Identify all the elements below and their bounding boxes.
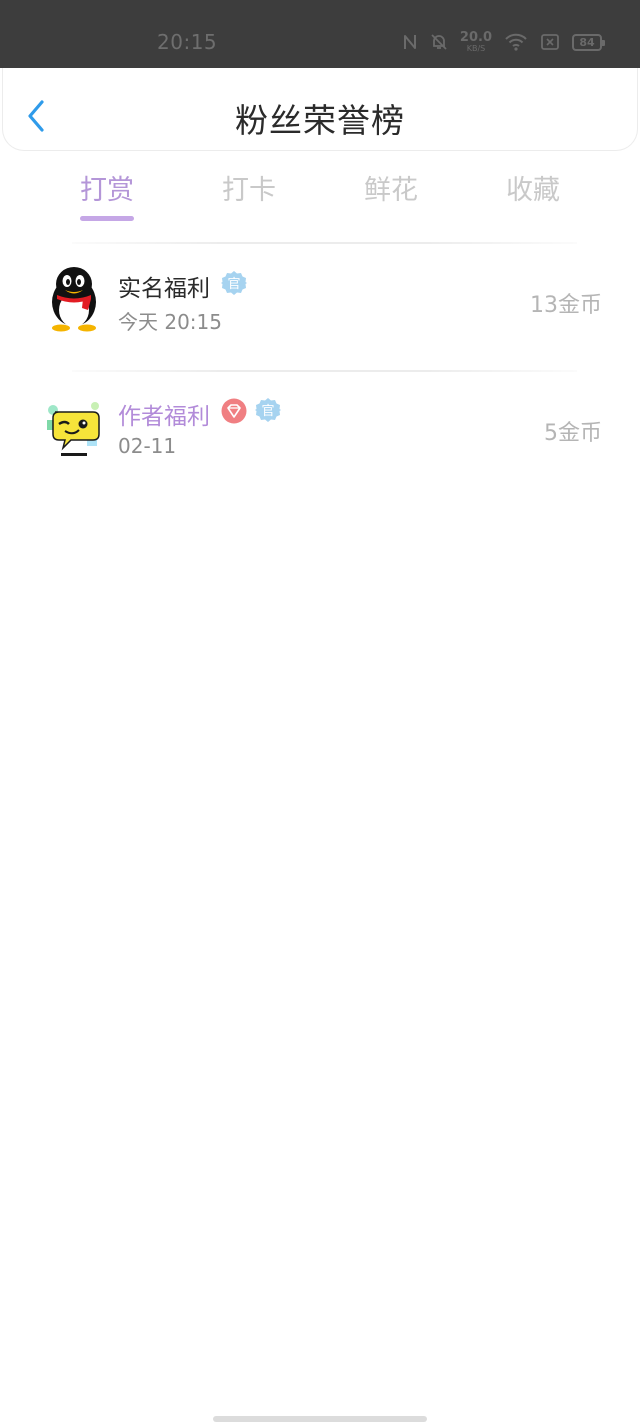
- net-speed-value: 20.0: [459, 30, 492, 45]
- tab-tipping[interactable]: 打赏: [47, 168, 167, 228]
- tab-favorites[interactable]: 收藏: [473, 168, 593, 228]
- tab-checkin[interactable]: 打卡: [189, 168, 309, 228]
- battery-level: 84: [579, 35, 595, 49]
- chat-bubble-avatar[interactable]: [43, 398, 105, 458]
- tab-label: 打卡: [222, 175, 276, 206]
- diamond-badge-icon: [221, 398, 247, 424]
- list-item[interactable]: 实名福利 官 今天 20:15 13金币: [0, 250, 640, 350]
- net-speed: 20.0 KB/S: [460, 31, 492, 53]
- list-item[interactable]: 作者福利 官 02-11 5金币: [0, 378, 640, 478]
- status-icons: 20.0 KB/S 84: [402, 28, 605, 56]
- sim-disabled-icon: [540, 33, 560, 51]
- penguin-avatar[interactable]: [43, 264, 105, 332]
- tab-label: 打赏: [80, 175, 134, 206]
- divider: [72, 242, 577, 244]
- bell-muted-icon: [430, 33, 448, 51]
- status-bar: 20:15 20.0 KB/S 84: [0, 0, 640, 68]
- list-item-date: 02-11: [118, 434, 177, 458]
- status-time: 20:15: [157, 30, 218, 54]
- nfc-icon: [402, 33, 418, 51]
- list-item-amount: 5金币: [544, 421, 602, 446]
- net-speed-unit: KB/S: [466, 44, 486, 53]
- header: 粉丝荣誉榜: [2, 68, 638, 151]
- tab-active-indicator: [80, 216, 134, 221]
- official-badge-icon: 官: [221, 270, 247, 296]
- wifi-icon: [504, 33, 528, 51]
- official-badge-icon: 官: [255, 397, 281, 423]
- tab-label: 鲜花: [364, 175, 418, 206]
- home-indicator[interactable]: [213, 1416, 427, 1422]
- official-badge-text: 官: [227, 276, 240, 292]
- list-item-date: 今天 20:15: [118, 310, 222, 334]
- page-title: 粉丝荣誉榜: [235, 101, 405, 140]
- list-item-name: 实名福利: [118, 276, 210, 302]
- tab-bar: 打赏 打卡 鲜花 收藏: [0, 168, 640, 228]
- list-item-amount: 13金币: [530, 293, 602, 318]
- divider: [72, 370, 577, 372]
- official-badge-text: 官: [261, 403, 274, 419]
- battery-icon: 84: [572, 33, 605, 51]
- tab-label: 收藏: [506, 175, 560, 206]
- tab-flowers[interactable]: 鲜花: [331, 168, 451, 228]
- list-item-name: 作者福利: [118, 404, 210, 430]
